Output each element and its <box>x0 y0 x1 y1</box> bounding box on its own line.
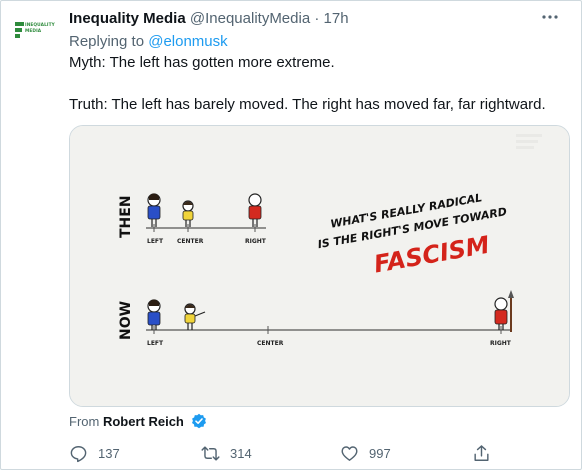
tweet-actions: 137 314 997 <box>1 441 582 465</box>
now-row-label: NOW <box>118 301 134 340</box>
display-name[interactable]: Inequality Media <box>69 10 186 27</box>
then-center-label: CENTER <box>177 238 204 245</box>
from-prefix: From <box>69 414 100 429</box>
ellipsis-icon <box>542 15 558 19</box>
then-left-label: LEFT <box>147 238 164 245</box>
retweet-button[interactable]: 314 <box>201 441 252 465</box>
user-handle[interactable]: @InequalityMedia <box>190 10 310 27</box>
inequality-media-logo-icon <box>15 22 24 38</box>
now-left-label: LEFT <box>147 340 164 347</box>
tweet-media-image[interactable]: THEN LEFT CENTER RIGHT WHAT'S REALLY RAD… <box>69 125 570 407</box>
now-center-label: CENTER <box>257 340 284 347</box>
like-button[interactable]: 997 <box>340 441 391 465</box>
media-attribution: From Robert Reich <box>69 413 207 431</box>
retweet-count: 314 <box>230 445 252 461</box>
heart-icon <box>341 445 358 461</box>
avatar-logo-line1: INEQUALITY <box>25 23 55 28</box>
tweet-timestamp[interactable]: 17h <box>324 10 349 27</box>
share-button[interactable] <box>472 441 491 465</box>
tweet-card[interactable]: INEQUALITY MEDIA Inequality Media @Inequ… <box>0 0 582 470</box>
retweet-icon <box>201 445 220 461</box>
then-right-label: RIGHT <box>245 238 267 245</box>
replying-prefix: Replying to <box>69 33 145 50</box>
then-row-label: THEN <box>118 195 134 238</box>
avatar[interactable]: INEQUALITY MEDIA <box>15 13 55 49</box>
replying-to: Replying to @elonmusk <box>69 32 228 52</box>
separator-dot: · <box>314 10 320 27</box>
reply-icon <box>70 445 87 462</box>
tweet-header: Inequality Media @InequalityMedia · 17h <box>69 9 349 29</box>
tweet-text-line-1: Myth: The left has gotten more extreme. <box>69 54 335 71</box>
reply-count: 137 <box>98 445 120 461</box>
avatar-logo-line2: MEDIA <box>25 29 42 34</box>
replying-to-mention[interactable]: @elonmusk <box>148 33 227 50</box>
tweet-text-line-2: Truth: The left has barely moved. The ri… <box>69 96 546 113</box>
now-right-label: RIGHT <box>490 340 512 347</box>
from-author-link[interactable]: Robert Reich <box>103 414 184 429</box>
political-spectrum-illustration: THEN LEFT CENTER RIGHT WHAT'S REALLY RAD… <box>70 126 569 406</box>
share-icon <box>474 444 489 461</box>
like-count: 997 <box>369 445 391 461</box>
more-options-button[interactable] <box>539 7 561 27</box>
verified-badge-icon <box>191 413 206 429</box>
reply-button[interactable]: 137 <box>69 441 120 465</box>
